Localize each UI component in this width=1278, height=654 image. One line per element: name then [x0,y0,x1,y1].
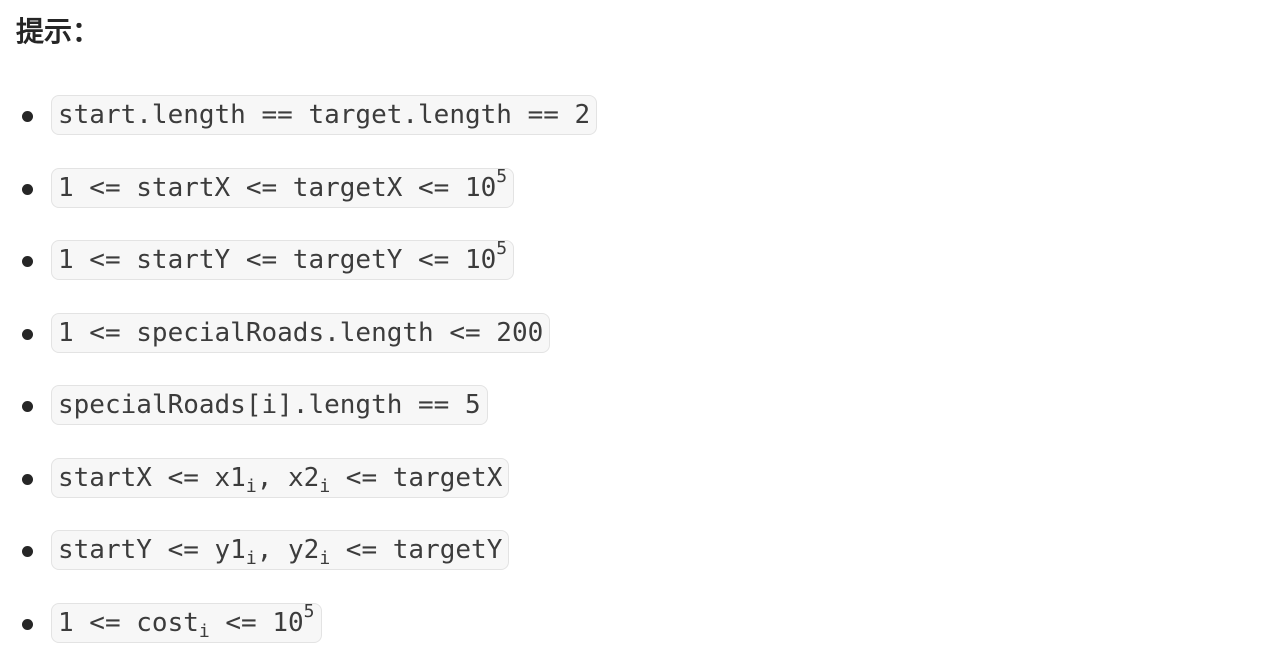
constraint-code: 1 <= costi <= 105 [51,603,322,643]
bullet-icon [22,256,33,267]
subscript-text: i [198,621,210,643]
code-text: 1 <= cost [58,608,199,638]
constraint-code: 1 <= startX <= targetX <= 105 [51,166,515,208]
code-text: start.length == target.length == 2 [58,100,591,130]
constraint-code: specialRoads[i].length == 5 [51,385,488,425]
code-text: 1 <= startX <= targetX <= 10 [58,173,497,203]
superscript-text: 5 [303,601,315,623]
subscript-text: i [319,476,331,498]
constraint-code: startY <= y1i, y2i <= targetY [51,530,510,570]
subscript-text: i [245,548,257,570]
code-text: startY <= y1 [58,535,246,565]
code-text: 1 <= specialRoads.length <= 200 [58,318,544,348]
constraint-code: 1 <= specialRoads.length <= 200 [51,313,551,353]
subscript-text: i [245,476,257,498]
code-text: startX <= x1 [58,463,246,493]
code-text: , y2 [256,535,320,565]
superscript-text: 5 [496,238,508,260]
bullet-icon [22,474,33,485]
bullet-icon [22,546,33,557]
code-text: 1 <= startY <= targetY <= 10 [58,245,497,275]
superscript-text: 5 [496,166,508,188]
bullet-icon [22,111,33,122]
subscript-text: i [319,548,331,570]
bullet-icon [22,329,33,340]
code-text: , x2 [256,463,320,493]
constraints-heading: 提示： [16,15,101,48]
bullet-icon [22,619,33,630]
bullet-icon [22,401,33,412]
code-text: <= targetY [330,535,503,565]
constraint-code: start.length == target.length == 2 [51,95,598,135]
constraint-code: startX <= x1i, x2i <= targetX [51,458,510,498]
code-text: specialRoads[i].length == 5 [58,390,481,420]
code-text: <= targetX [330,463,503,493]
bullet-icon [22,184,33,195]
code-text: <= 10 [209,608,304,638]
constraint-code: 1 <= startY <= targetY <= 105 [51,238,515,280]
